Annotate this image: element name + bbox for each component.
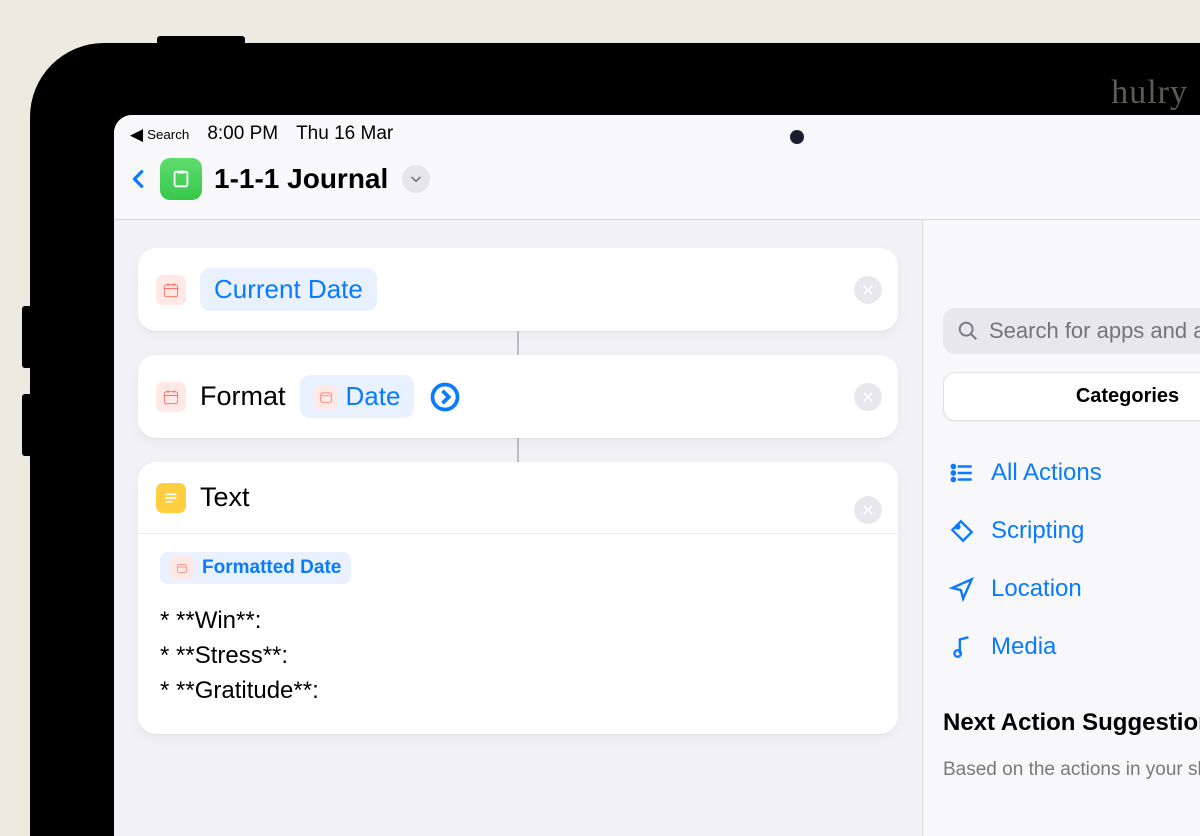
- shortcut-title[interactable]: 1-1-1 Journal: [214, 163, 388, 195]
- formatted-date-token-label: Formatted Date: [202, 557, 341, 579]
- location-icon: [949, 576, 975, 602]
- next-action-sub: Based on the actions in your shortcut.: [943, 759, 1200, 781]
- calendar-icon: [314, 385, 338, 409]
- status-time: 8:00 PM: [207, 123, 278, 145]
- watermark-text: hulry: [1111, 74, 1188, 112]
- sidebar-item-media[interactable]: Media: [943, 621, 1200, 673]
- list-icon: [949, 460, 975, 486]
- current-date-token-label: Current Date: [214, 274, 363, 305]
- calendar-icon: [156, 275, 186, 305]
- sidebar-item-label: Scripting: [991, 517, 1084, 545]
- device-camera: [790, 130, 804, 144]
- action-current-date[interactable]: Current Date: [138, 248, 898, 331]
- formatted-date-variable-token[interactable]: Formatted Date: [160, 552, 351, 584]
- text-body[interactable]: Formatted Date * **Win**: * **Stress**: …: [138, 534, 898, 734]
- connector-line: [517, 438, 519, 462]
- status-date: Thu 16 Mar: [296, 123, 393, 145]
- sidebar-item-location[interactable]: Location: [943, 563, 1200, 615]
- text-icon: [156, 483, 186, 513]
- sidebar-item-all-actions[interactable]: All Actions: [943, 447, 1200, 499]
- search-field[interactable]: [943, 308, 1200, 354]
- workspace: Current Date Format: [114, 220, 1200, 836]
- back-caret-icon: ◀: [130, 126, 143, 143]
- app-screen: ◀ Search 8:00 PM Thu 16 Mar • • • 1-1-1 …: [114, 115, 1200, 836]
- back-button[interactable]: [128, 163, 150, 195]
- next-action-title: Next Action Suggestions: [943, 709, 1200, 737]
- text-label: Text: [200, 482, 250, 513]
- shortcut-app-icon: [160, 158, 202, 200]
- calendar-icon: [156, 382, 186, 412]
- tag-icon: [949, 518, 975, 544]
- actions-sidebar: Categories All Actions Scripting Locatio…: [922, 220, 1200, 836]
- current-date-token[interactable]: Current Date: [200, 268, 377, 311]
- editor-header: 1-1-1 Journal: [114, 147, 1200, 220]
- action-text[interactable]: Text Formatted Date * **Win**: * **Stres…: [138, 462, 898, 734]
- categories-button[interactable]: Categories: [943, 372, 1200, 421]
- back-to-search-button[interactable]: ◀ Search: [130, 126, 189, 143]
- action-format-date[interactable]: Format Date: [138, 355, 898, 438]
- sidebar-item-label: Media: [991, 633, 1056, 661]
- device-frame: ◀ Search 8:00 PM Thu 16 Mar • • • 1-1-1 …: [30, 43, 1200, 836]
- editor-canvas[interactable]: Current Date Format: [114, 220, 922, 836]
- status-bar: ◀ Search 8:00 PM Thu 16 Mar • • •: [114, 115, 1200, 147]
- connector-line: [517, 331, 519, 355]
- format-date-token-label: Date: [346, 381, 401, 412]
- music-note-icon: [949, 634, 975, 660]
- sidebar-item-label: Location: [991, 575, 1082, 603]
- expand-action-button[interactable]: [428, 380, 462, 414]
- format-date-token[interactable]: Date: [300, 375, 415, 418]
- search-input[interactable]: [989, 318, 1200, 344]
- sidebar-item-scripting[interactable]: Scripting: [943, 505, 1200, 557]
- format-label: Format: [200, 381, 286, 412]
- text-content[interactable]: * **Win**: * **Stress**: * **Gratitude**…: [160, 604, 876, 708]
- sidebar-item-label: All Actions: [991, 459, 1102, 487]
- delete-action-button[interactable]: [854, 496, 882, 524]
- delete-action-button[interactable]: [854, 383, 882, 411]
- search-icon: [957, 320, 979, 342]
- title-menu-button[interactable]: [402, 165, 430, 193]
- back-to-search-label: Search: [147, 127, 189, 142]
- sidebar-list: All Actions Scripting Location Media: [943, 447, 1200, 673]
- calendar-icon: [170, 556, 194, 580]
- delete-action-button[interactable]: [854, 276, 882, 304]
